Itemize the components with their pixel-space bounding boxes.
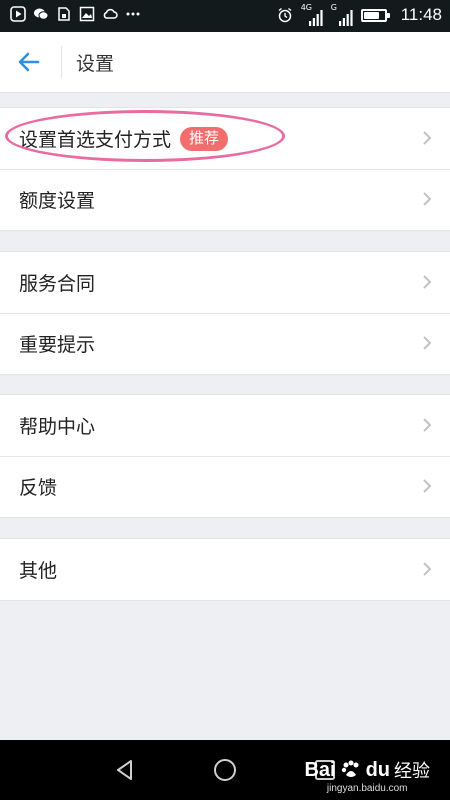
- chevron-right-icon: [422, 561, 432, 577]
- settings-group-legal: 服务合同 重要提示: [0, 251, 450, 375]
- watermark-brand-a: Bai: [304, 758, 336, 781]
- preferred-payment-item[interactable]: 设置首选支付方式 推荐: [0, 108, 450, 169]
- navigation-bar: Bai du 经验 jingyan.baidu.com: [0, 740, 450, 800]
- paw-icon: [340, 759, 362, 781]
- settings-group-payment: 设置首选支付方式 推荐 额度设置: [0, 107, 450, 231]
- watermark-product: 经验: [394, 761, 430, 781]
- settings-group-help: 帮助中心 反馈: [0, 394, 450, 518]
- network-type-label: G: [330, 3, 337, 12]
- battery-level: [363, 11, 379, 19]
- chevron-right-icon: [422, 130, 432, 146]
- status-bar: 4G G 11:48: [0, 0, 450, 32]
- system-indicators: 4G G 11:48: [277, 4, 442, 26]
- chevron-right-icon: [422, 417, 432, 433]
- nav-home-button[interactable]: [210, 755, 240, 785]
- signal-4g: 4G: [301, 4, 323, 26]
- arrow-left-icon: [18, 52, 40, 72]
- gallery-icon: [79, 6, 95, 22]
- watermark-brand: Bai du 经验: [304, 757, 430, 783]
- list-item-label: 反馈: [19, 477, 58, 499]
- list-item-label: 重要提示: [19, 334, 96, 356]
- sim-cleaner-icon: [56, 6, 72, 22]
- page-title: 设置: [76, 53, 115, 75]
- baidu-jingyan-watermark: Bai du 经验 jingyan.baidu.com: [304, 757, 430, 795]
- list-item-label: 其他: [19, 560, 58, 582]
- other-item[interactable]: 其他: [0, 539, 450, 600]
- settings-group-other: 其他: [0, 538, 450, 601]
- chevron-right-icon: [422, 274, 432, 290]
- home-circle-icon: [214, 759, 236, 781]
- feedback-item[interactable]: 反馈: [0, 456, 450, 517]
- help-center-item[interactable]: 帮助中心: [0, 395, 450, 456]
- back-button[interactable]: [10, 44, 48, 80]
- battery-icon: [360, 8, 390, 22]
- nav-back-button[interactable]: [110, 755, 140, 785]
- signal-bars-icon: [308, 10, 323, 26]
- chevron-right-icon: [422, 478, 432, 494]
- cloud-icon: [102, 6, 118, 22]
- alarm-icon: [277, 7, 293, 23]
- notification-icons: [10, 6, 141, 22]
- recommend-badge: 推荐: [180, 126, 229, 151]
- chevron-right-icon: [422, 191, 432, 207]
- more-dots-icon: [125, 6, 141, 22]
- wechat-icon: [33, 6, 49, 22]
- list-item-label: 额度设置: [19, 190, 96, 212]
- watermark-brand-b: du: [365, 758, 390, 781]
- list-item-label: 帮助中心: [19, 416, 96, 438]
- service-contract-item[interactable]: 服务合同: [0, 252, 450, 313]
- back-triangle-icon: [117, 760, 132, 780]
- clock: 11:48: [400, 5, 442, 24]
- list-item-label: 服务合同: [19, 273, 96, 295]
- title-divider: [61, 46, 62, 78]
- important-notice-item[interactable]: 重要提示: [0, 313, 450, 374]
- watermark-url: jingyan.baidu.com: [326, 783, 408, 794]
- play-store-icon: [10, 6, 26, 22]
- signal-bars-icon: [338, 10, 353, 26]
- signal-g: G: [331, 4, 353, 26]
- title-bar: 设置: [0, 32, 450, 93]
- chevron-right-icon: [422, 335, 432, 351]
- quota-settings-item[interactable]: 额度设置: [0, 169, 450, 230]
- list-item-label: 设置首选支付方式: [19, 129, 172, 151]
